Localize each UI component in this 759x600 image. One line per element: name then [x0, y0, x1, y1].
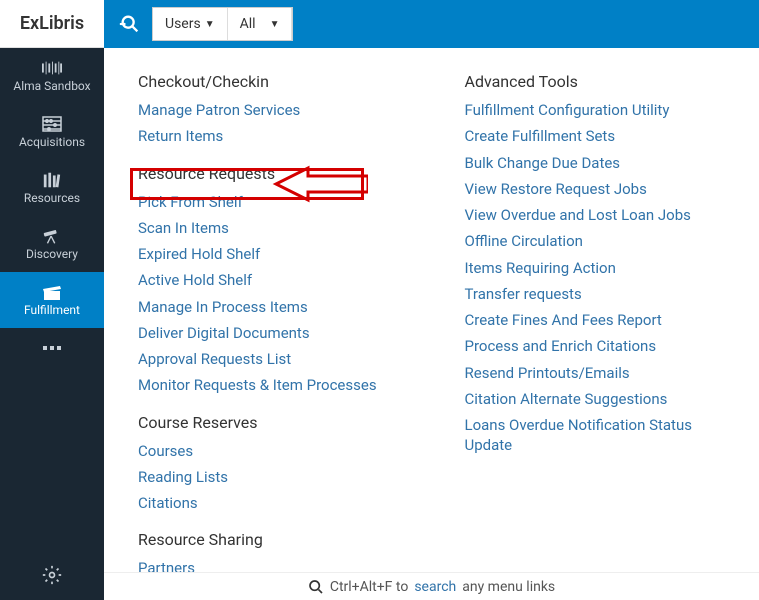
search-icon [308, 579, 324, 595]
menu-link-scan-in-items[interactable]: Scan In Items [138, 215, 405, 241]
barcode-icon [42, 59, 62, 77]
fulfillment-menu-panel: Checkout/Checkin Manage Patron Services … [104, 48, 759, 572]
menu-link-active-hold-shelf[interactable]: Active Hold Shelf [138, 267, 405, 293]
search-filter-dropdown[interactable]: All ▼ [228, 8, 293, 40]
books-icon [42, 171, 62, 189]
menu-link-return-items[interactable]: Return Items [138, 123, 405, 149]
sidebar-label: Fulfillment [24, 303, 80, 317]
menu-left-column: Checkout/Checkin Manage Patron Services … [138, 72, 405, 564]
gear-icon [42, 565, 62, 585]
clapper-icon [42, 283, 62, 301]
persistent-search-toggle[interactable] [108, 0, 152, 48]
sidebar-settings[interactable] [0, 550, 104, 600]
more-icon [42, 339, 62, 357]
menu-link-process-enrich-citations[interactable]: Process and Enrich Citations [465, 333, 732, 359]
search-filter-value: All [240, 16, 256, 32]
top-bar: ExLibris Users ▼ All ▼ [0, 0, 759, 48]
menu-link-pick-from-shelf[interactable]: Pick From Shelf [138, 189, 405, 215]
menu-link-courses[interactable]: Courses [138, 438, 405, 464]
section-header: Resource Requests [138, 164, 405, 183]
menu-link-citations[interactable]: Citations [138, 490, 405, 516]
menu-link-manage-patron-services[interactable]: Manage Patron Services [138, 97, 405, 123]
section-header: Resource Sharing [138, 530, 405, 549]
sidebar-item-acquisitions[interactable]: Acquisitions [0, 104, 104, 160]
sidebar-label: Alma Sandbox [13, 79, 90, 93]
menu-link-create-fulfillment-sets[interactable]: Create Fulfillment Sets [465, 123, 732, 149]
chevron-down-icon: ▼ [205, 19, 215, 30]
brand-logo[interactable]: ExLibris [0, 0, 104, 48]
main-sidebar: Alma Sandbox Acquisitions Resources Disc… [0, 48, 104, 600]
menu-link-loans-overdue-notification[interactable]: Loans Overdue Notification Status Update [465, 412, 732, 459]
persistent-search: Users ▼ All ▼ [108, 0, 293, 48]
section-header: Course Reserves [138, 413, 405, 432]
menu-link-view-overdue-lost-loan-jobs[interactable]: View Overdue and Lost Loan Jobs [465, 202, 732, 228]
menu-link-deliver-digital-documents[interactable]: Deliver Digital Documents [138, 320, 405, 346]
menu-link-monitor-requests[interactable]: Monitor Requests & Item Processes [138, 372, 405, 398]
menu-link-expired-hold-shelf[interactable]: Expired Hold Shelf [138, 241, 405, 267]
sidebar-item-more[interactable] [0, 328, 104, 368]
sidebar-item-alma-sandbox[interactable]: Alma Sandbox [0, 48, 104, 104]
brand-name: ExLibris [20, 13, 84, 34]
chevron-down-icon: ▼ [270, 19, 280, 30]
hint-text-pre: Ctrl+Alt+F to [330, 579, 408, 595]
hint-text-post: any menu links [462, 579, 555, 595]
telescope-icon [42, 227, 62, 245]
search-scope-dropdown[interactable]: Users ▼ [153, 8, 228, 40]
menu-link-fulfillment-configuration-utility[interactable]: Fulfillment Configuration Utility [465, 97, 732, 123]
abacus-icon [42, 115, 62, 133]
menu-search-hint: Ctrl+Alt+F to search any menu links [104, 572, 759, 600]
sidebar-label: Discovery [26, 247, 78, 261]
section-header: Advanced Tools [465, 72, 732, 91]
menu-right-column: Advanced Tools Fulfillment Configuration… [465, 72, 732, 564]
sidebar-label: Resources [24, 191, 80, 205]
sidebar-item-resources[interactable]: Resources [0, 160, 104, 216]
menu-link-resend-printouts-emails[interactable]: Resend Printouts/Emails [465, 360, 732, 386]
section-header: Checkout/Checkin [138, 72, 405, 91]
menu-link-approval-requests-list[interactable]: Approval Requests List [138, 346, 405, 372]
menu-link-create-fines-fees-report[interactable]: Create Fines And Fees Report [465, 307, 732, 333]
menu-link-reading-lists[interactable]: Reading Lists [138, 464, 405, 490]
sidebar-label: Acquisitions [19, 135, 85, 149]
search-icon [119, 13, 141, 35]
search-scope-value: Users [165, 16, 201, 32]
menu-link-offline-circulation[interactable]: Offline Circulation [465, 228, 732, 254]
search-box: Users ▼ All ▼ [152, 7, 293, 41]
menu-link-transfer-requests[interactable]: Transfer requests [465, 281, 732, 307]
sidebar-item-discovery[interactable]: Discovery [0, 216, 104, 272]
menu-link-citation-alternate-suggestions[interactable]: Citation Alternate Suggestions [465, 386, 732, 412]
sidebar-item-fulfillment[interactable]: Fulfillment [0, 272, 104, 328]
menu-link-manage-in-process-items[interactable]: Manage In Process Items [138, 294, 405, 320]
menu-link-view-restore-request-jobs[interactable]: View Restore Request Jobs [465, 176, 732, 202]
menu-link-items-requiring-action[interactable]: Items Requiring Action [465, 255, 732, 281]
hint-search-link[interactable]: search [414, 579, 456, 595]
menu-link-bulk-change-due-dates[interactable]: Bulk Change Due Dates [465, 150, 732, 176]
menu-link-partners[interactable]: Partners [138, 555, 405, 572]
